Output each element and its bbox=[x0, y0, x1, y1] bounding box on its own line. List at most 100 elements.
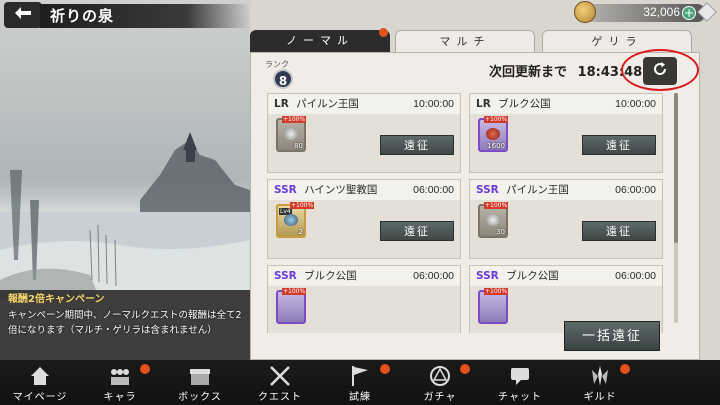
campaign-notice: 報酬2倍キャンペーン キャンペーン期間中、ノーマルクエストの報酬は全て2倍になり… bbox=[8, 290, 248, 338]
tab-label: ゲリラ bbox=[591, 35, 643, 48]
quest-card: SSR パイルン王国 06:00:00 +100% 30 遠征 bbox=[469, 179, 663, 259]
quest-header: SSR ブルク公国 06:00:00 bbox=[268, 266, 460, 286]
quest-header: LR ブルク公国 10:00:00 bbox=[470, 94, 662, 114]
dispatch-button[interactable]: 遠征 bbox=[582, 221, 656, 241]
dispatch-button[interactable]: 遠征 bbox=[582, 135, 656, 155]
quest-time: 10:00:00 bbox=[413, 98, 454, 110]
quest-list: LR パイルン王国 10:00:00 +100% 80 遠征 LR ブルク公国 … bbox=[267, 93, 667, 333]
bonus-tag: +100% bbox=[484, 202, 509, 209]
box-icon bbox=[188, 364, 212, 388]
nav-trial[interactable]: 試練 bbox=[320, 360, 400, 405]
quest-rarity: SSR bbox=[476, 270, 499, 282]
quest-header: SSR ハインツ聖教国 06:00:00 bbox=[268, 180, 460, 200]
tab-bar: ノーマル マルチ ゲリラ bbox=[250, 28, 700, 52]
item-count: 2 bbox=[298, 228, 303, 236]
tab-normal[interactable]: ノーマル bbox=[250, 28, 390, 52]
bonus-tag: +100% bbox=[484, 288, 509, 295]
quest-name: パイルン王国 bbox=[506, 184, 569, 196]
highlight-circle bbox=[621, 49, 699, 91]
notification-badge bbox=[380, 364, 390, 374]
nav-gacha[interactable]: ガチャ bbox=[400, 360, 480, 405]
quest-name: ハインツ聖教国 bbox=[304, 184, 378, 196]
rank-value: 8 bbox=[273, 69, 293, 89]
notification-badge bbox=[460, 364, 470, 374]
nav-label: ギルド bbox=[583, 392, 617, 403]
campaign-title: 報酬2倍キャンペーン bbox=[8, 294, 105, 305]
gacha-icon bbox=[428, 364, 452, 388]
next-update-timer: 次回更新まで 18:43:48 bbox=[489, 61, 642, 80]
quest-time: 06:00:00 bbox=[615, 270, 656, 282]
quest-card: LR ブルク公国 10:00:00 +100% 1600 遠征 bbox=[469, 93, 663, 173]
tab-multi[interactable]: マルチ bbox=[395, 30, 535, 52]
quest-panel: ノーマル マルチ ゲリラ ランク 8 次回更新まで 18:43:48 LR パイ… bbox=[250, 28, 700, 360]
nav-label: キャラ bbox=[103, 392, 137, 403]
guild-icon bbox=[588, 364, 612, 388]
notification-badge bbox=[379, 28, 388, 37]
bonus-tag: +100% bbox=[290, 202, 315, 209]
bulk-dispatch-button[interactable]: 一括遠征 bbox=[564, 321, 660, 351]
nav-label: ボックス bbox=[178, 392, 222, 403]
bonus-tag: +100% bbox=[484, 116, 509, 123]
characters-icon bbox=[108, 364, 132, 388]
quest-time: 10:00:00 bbox=[615, 98, 656, 110]
quest-rarity: SSR bbox=[476, 184, 499, 196]
swords-icon bbox=[268, 364, 292, 388]
quest-time: 06:00:00 bbox=[615, 184, 656, 196]
reward-item[interactable]: Lv4 +100% 2 bbox=[276, 202, 315, 238]
dispatch-button[interactable]: 遠征 bbox=[380, 135, 454, 155]
nav-box[interactable]: ボックス bbox=[160, 360, 240, 405]
quest-header: LR パイルン王国 10:00:00 bbox=[268, 94, 460, 114]
quest-header: SSR ブルク公国 06:00:00 bbox=[470, 266, 662, 286]
item-count: 80 bbox=[294, 142, 303, 150]
top-bar: 祈りの泉 32,006 + bbox=[0, 0, 720, 30]
home-icon bbox=[28, 364, 52, 388]
quest-rarity: SSR bbox=[274, 270, 297, 282]
red-gem-icon bbox=[486, 128, 500, 140]
reward-item[interactable]: +100% bbox=[276, 288, 307, 324]
quest-rarity: SSR bbox=[274, 184, 297, 196]
reward-item[interactable]: +100% 30 bbox=[478, 202, 509, 238]
nav-label: チャット bbox=[498, 392, 542, 403]
quest-card: LR パイルン王国 10:00:00 +100% 80 遠征 bbox=[267, 93, 461, 173]
orb-icon bbox=[284, 214, 298, 226]
scrollbar[interactable] bbox=[674, 93, 678, 323]
nav-mypage[interactable]: マイページ bbox=[0, 360, 80, 405]
notification-badge bbox=[620, 364, 630, 374]
back-arrow-icon bbox=[13, 5, 33, 25]
campaign-description: キャンペーン期間中、ノーマルクエストの報酬は全て2倍になります（マルチ・ゲリラは… bbox=[8, 310, 242, 336]
scrollbar-thumb[interactable] bbox=[674, 93, 678, 243]
quest-rarity: LR bbox=[274, 98, 289, 110]
currency-display: 32,006 + bbox=[574, 1, 706, 23]
page-title: 祈りの泉 bbox=[40, 4, 250, 28]
item-count: 1600 bbox=[487, 142, 505, 150]
quest-name: ブルク公国 bbox=[304, 270, 357, 282]
reward-item[interactable]: +100% 80 bbox=[276, 116, 307, 152]
bonus-tag: +100% bbox=[282, 116, 307, 123]
tab-label: マルチ bbox=[439, 35, 491, 48]
nav-chat[interactable]: チャット bbox=[480, 360, 560, 405]
add-currency-button[interactable]: + bbox=[682, 6, 696, 20]
nav-label: ガチャ bbox=[423, 392, 457, 403]
quest-time: 06:00:00 bbox=[413, 270, 454, 282]
dispatch-button[interactable]: 遠征 bbox=[380, 221, 454, 241]
tab-label: ノーマル bbox=[286, 34, 354, 47]
nav-characters[interactable]: キャラ bbox=[80, 360, 160, 405]
quest-header: SSR パイルン王国 06:00:00 bbox=[470, 180, 662, 200]
nav-label: クエスト bbox=[258, 392, 302, 403]
quest-card: SSR ハインツ聖教国 06:00:00 Lv4 +100% 2 遠征 bbox=[267, 179, 461, 259]
nav-guild[interactable]: ギルド bbox=[560, 360, 640, 405]
item-count: 30 bbox=[496, 228, 505, 236]
quest-name: ブルク公国 bbox=[506, 270, 559, 282]
reward-item[interactable]: +100% 1600 bbox=[478, 116, 509, 152]
quest-time: 06:00:00 bbox=[413, 184, 454, 196]
bottom-nav: マイページ キャラ ボックス クエスト 試練 ガチャ チャット ギルド bbox=[0, 360, 720, 405]
silver-ore-icon bbox=[284, 128, 298, 140]
chat-icon bbox=[508, 364, 532, 388]
reward-item[interactable]: +100% bbox=[478, 288, 509, 324]
back-button[interactable] bbox=[4, 2, 42, 28]
bonus-tag: +100% bbox=[282, 288, 307, 295]
quest-card: SSR ブルク公国 06:00:00 +100% bbox=[267, 265, 461, 333]
nav-quest[interactable]: クエスト bbox=[240, 360, 320, 405]
coin-icon bbox=[574, 1, 596, 23]
nav-label: 試練 bbox=[349, 392, 371, 403]
